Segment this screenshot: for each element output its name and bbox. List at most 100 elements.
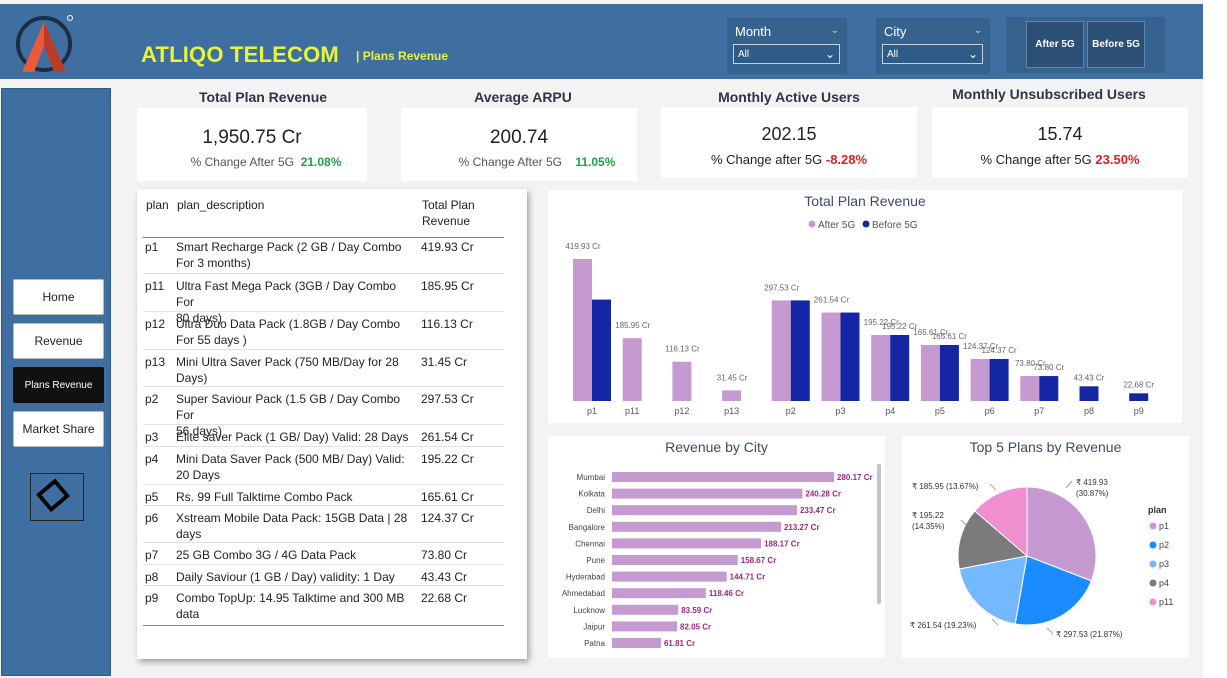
description-line: Combo TopUp: 14.95 Talktime and 300 MB xyxy=(176,591,405,605)
cell-revenue: 297.53 Cr xyxy=(421,392,474,406)
5g-toggle-group: After 5G Before 5G xyxy=(1006,17,1165,73)
nav-plans-revenue-button[interactable]: Plans Revenue xyxy=(13,367,104,403)
cell-revenue: 165.61 Cr xyxy=(421,490,474,504)
city-bar xyxy=(612,488,803,499)
kpi-title-average-arpu: Average ARPU xyxy=(474,89,572,105)
city-bar-row: Pune 158.67 Cr xyxy=(586,555,776,565)
bar-group-p7: 73.80 Cr73.80 Crp7 xyxy=(1015,359,1065,416)
city-bar xyxy=(612,621,678,632)
city-bar-row: Delhi 233.47 Cr xyxy=(587,505,836,516)
cell-revenue: 31.45 Cr xyxy=(421,355,468,369)
data-label: 233.47 Cr xyxy=(800,506,836,515)
cell-plan: p2 xyxy=(145,392,159,406)
table-row: p5 Rs. 99 Full Talktime Combo Pack 165.61 … xyxy=(143,484,504,504)
legend-swatch xyxy=(1149,579,1157,587)
kpi-change-label: % Change after 5G xyxy=(710,152,823,167)
bar-before-5g xyxy=(939,344,959,401)
cell-plan: p11 xyxy=(145,279,165,293)
data-label: 297.53 Cr xyxy=(764,283,799,292)
city-slicer[interactable]: City ⌄ All ⌄ xyxy=(876,18,990,74)
data-label: 158.67 Cr xyxy=(741,556,777,565)
cell-plan: p9 xyxy=(145,591,159,605)
table-row: p8 Daily Saviour (1 GB / Day) validity: 1… xyxy=(143,564,504,584)
cell-description: Xstream Mobile Data Pack: 15GB Data | 28… xyxy=(176,510,414,542)
bar-after-5g xyxy=(672,361,692,401)
x-tick-label: p5 xyxy=(935,406,945,416)
data-label: 43.43 Cr xyxy=(1074,373,1105,382)
month-slicer-label: Month xyxy=(735,24,772,39)
data-label: 22.68 Cr xyxy=(1123,380,1154,389)
legend-swatch xyxy=(1149,598,1157,606)
kpi-change-row: % Change after 5G 23.50% xyxy=(932,152,1188,167)
description-line: Smart Recharge Pack (2 GB / Day Combo xyxy=(176,240,402,254)
legend-swatch-after-5g xyxy=(808,220,816,228)
legend-swatch xyxy=(1149,560,1157,568)
kpi-card-average-arpu: 200.74 % Change After 5G 11.05% xyxy=(401,108,637,181)
data-label: 144.71 Cr xyxy=(730,573,766,582)
nav-revenue-button[interactable]: Revenue xyxy=(13,323,104,359)
table-header-plan-description: plan_description xyxy=(177,198,265,212)
y-tick-label: Patna xyxy=(584,639,605,648)
pie-label-p3: ₹ 261.54 (19.23%) xyxy=(910,618,999,630)
table-row: p13 Mini Ultra Saver Pack (750 MB/Day for… xyxy=(143,349,504,385)
pie-label-p11: ₹ 185.95 (13.67%) xyxy=(912,482,997,491)
nav-market-share-button[interactable]: Market Share xyxy=(13,411,104,447)
table-row: p12 Ultra Duo Data Pack (1.8GB / Day Comb… xyxy=(143,311,504,347)
diamond-bookmark-icon[interactable] xyxy=(30,473,84,521)
bar-group-p11: 185.95 Cr p11 xyxy=(615,321,650,416)
city-dropdown[interactable]: All ⌄ xyxy=(882,44,983,64)
cell-description: Elite saver Pack (1 GB/ Day) Valid: 28 D… xyxy=(176,429,414,445)
cell-plan: p6 xyxy=(145,511,159,525)
total-plan-revenue-chart: Total Plan Revenue After 5G Before 5G 419.… xyxy=(548,190,1182,423)
description-line: days xyxy=(176,527,202,541)
chevron-down-icon: ⌄ xyxy=(830,25,839,36)
y-tick-label: Mumbai xyxy=(577,473,606,482)
x-tick-label: p8 xyxy=(1084,406,1094,416)
brand-title: ATLIQO TELECOM xyxy=(141,42,339,67)
bar-group-p5: 165.61 Cr165.61 Crp5 xyxy=(913,328,967,416)
description-line: Mini Data Saver Pack (500 MB/ Day) Valid… xyxy=(176,452,405,466)
data-label: 73.80 Cr xyxy=(1033,363,1064,372)
city-bar-row: Ahmedabad 118.46 Cr xyxy=(562,588,744,599)
kpi-card-monthly-unsubscribed-users: 15.74 % Change after 5G 23.50% xyxy=(932,107,1188,178)
data-label: 165.61 Cr xyxy=(932,332,967,341)
chevron-down-icon: ⌄ xyxy=(824,47,835,61)
after-5g-button[interactable]: After 5G xyxy=(1026,21,1084,68)
legend-label: p11 xyxy=(1159,597,1173,607)
bar-before-5g xyxy=(1039,376,1059,401)
month-dropdown[interactable]: All ⌄ xyxy=(733,44,840,64)
pie-legend: plan p1 p2 p3 p4 p11 xyxy=(1148,505,1173,607)
description-line: Xstream Mobile Data Pack: 15GB Data | 28 xyxy=(176,511,408,525)
bar-after-5g xyxy=(722,390,742,401)
leader-line xyxy=(991,618,999,626)
revenue-by-city-svg: Mumbai 280.17 Cr Kolkata 240.28 Cr Delhi 233.… xyxy=(562,472,873,648)
month-slicer[interactable]: Month ⌄ All ⌄ xyxy=(727,18,847,74)
bar-before-5g xyxy=(1079,386,1099,401)
before-5g-button[interactable]: Before 5G xyxy=(1087,21,1145,68)
description-line: Ultra Duo Data Pack (1.8GB / Day Combo xyxy=(176,317,401,331)
y-tick-label: Chennai xyxy=(575,539,605,548)
nav-home-button[interactable]: Home xyxy=(13,279,104,315)
slice-label: ₹ 261.54 (19.23%) xyxy=(910,621,977,630)
table-row: p7 25 GB Combo 3G / 4G Data Pack 73.80 Cr xyxy=(143,542,504,562)
legend-label: p1 xyxy=(1159,521,1169,531)
cell-revenue: 43.43 Cr xyxy=(421,570,468,584)
page-subtitle: | Plans Revenue xyxy=(356,49,449,63)
nav-sidebar: Home Revenue Plans Revenue Market Share xyxy=(1,88,111,676)
legend-label-after-5g: After 5G xyxy=(818,220,855,231)
table-header-line2: Revenue xyxy=(422,214,471,228)
description-line: Daily Saviour (1 GB / Day) validity: 1 D… xyxy=(176,570,395,584)
data-label: 185.95 Cr xyxy=(615,321,650,330)
bar-after-5g xyxy=(970,358,990,401)
header-bar: ATLIQO TELECOM | Plans Revenue Month ⌄ A… xyxy=(0,4,1203,79)
city-bar-row: Lucknow 83.59 Cr xyxy=(573,604,712,615)
bar-after-5g xyxy=(1020,376,1040,401)
data-label: 261.54 Cr xyxy=(814,296,849,305)
bar-group-p6: 124.37 Cr124.37 Crp6 xyxy=(963,342,1017,416)
table-row: p2 Super Saviour Pack (1.5 GB / Day Combo… xyxy=(143,386,504,438)
plan-table: plan plan_description Total Plan Revenue… xyxy=(137,189,527,659)
y-tick-label: Bangalore xyxy=(569,523,606,532)
city-chart-scrollbar[interactable] xyxy=(877,464,881,604)
cell-plan: p12 xyxy=(145,317,166,331)
kpi-title-monthly-unsubscribed-users: Monthly Unsubscribed Users xyxy=(952,86,1146,102)
